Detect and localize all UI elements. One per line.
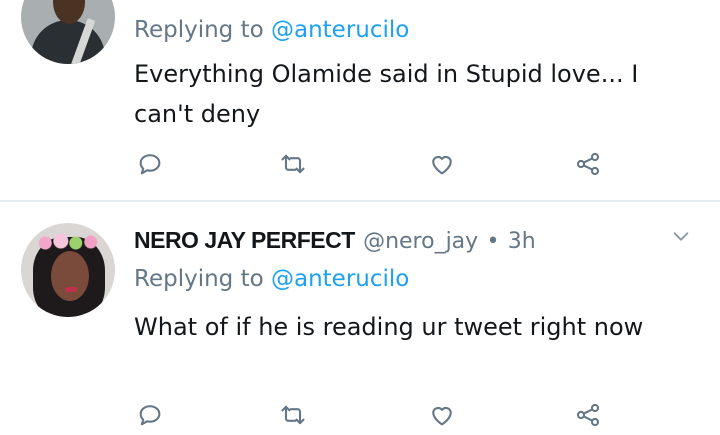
tweet-1[interactable]: Replying to @anterucilo Everything Olami… — [0, 0, 720, 202]
tweet-header: NERO JAY PERFECT @nero_jay • 3h — [134, 225, 536, 257]
tweet-text: What of if he is reading ur tweet right … — [134, 313, 644, 341]
retweet-button[interactable] — [273, 144, 313, 184]
display-name[interactable]: NERO JAY PERFECT — [134, 227, 355, 253]
tweet-text: Everything Olamide said in Stupid love..… — [134, 60, 639, 128]
replying-to-line: Replying to @anterucilo — [134, 265, 409, 293]
reply-button[interactable] — [130, 395, 170, 435]
reply-icon — [139, 405, 161, 426]
tweet-2[interactable]: NERO JAY PERFECT @nero_jay • 3h Replying… — [0, 203, 720, 431]
chevron-down-icon — [673, 232, 689, 241]
reply-button[interactable] — [130, 144, 170, 184]
tweet-actions — [0, 144, 720, 184]
share-icon — [576, 403, 600, 427]
replying-to-line: Replying to @anterucilo — [134, 16, 409, 44]
like-button[interactable] — [422, 395, 462, 435]
mention-link[interactable]: @anterucilo — [271, 17, 409, 43]
replying-to-label: Replying to — [134, 266, 271, 292]
timestamp[interactable]: 3h — [508, 229, 536, 254]
replying-to-label: Replying to — [134, 17, 271, 43]
tweet-actions — [0, 395, 720, 435]
share-button[interactable] — [568, 395, 608, 435]
share-button[interactable] — [568, 144, 608, 184]
more-options-button[interactable] — [670, 225, 692, 253]
share-icon — [576, 152, 600, 176]
like-icon — [432, 406, 452, 426]
retweet-icon — [281, 154, 305, 174]
avatar[interactable] — [21, 0, 115, 64]
separator: • — [486, 229, 500, 254]
like-icon — [432, 155, 452, 175]
retweet-button[interactable] — [273, 395, 313, 435]
retweet-icon — [281, 405, 305, 425]
user-handle[interactable]: @nero_jay — [363, 229, 478, 254]
reply-icon — [139, 154, 161, 175]
avatar[interactable] — [21, 223, 115, 317]
tweet-divider — [0, 200, 720, 202]
mention-link[interactable]: @anterucilo — [271, 266, 409, 292]
like-button[interactable] — [422, 144, 462, 184]
